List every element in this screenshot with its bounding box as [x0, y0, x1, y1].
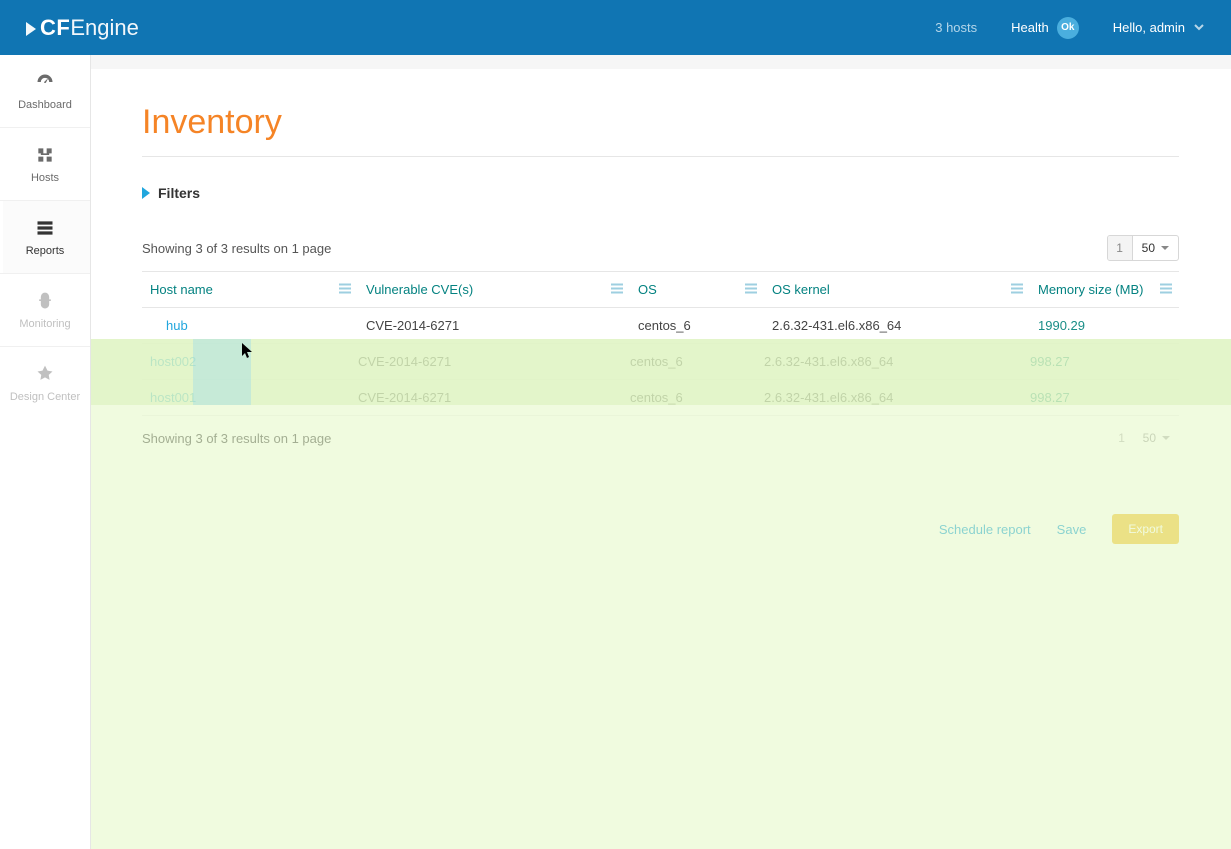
sidebar-item-label: Reports	[26, 245, 65, 257]
table-row[interactable]: host001 CVE-2014-6271 centos_6 2.6.32-43…	[142, 380, 1179, 416]
cell-os: centos_6	[630, 380, 764, 416]
hosts-count-link[interactable]: 3 hosts	[935, 20, 977, 35]
divider	[142, 156, 1179, 157]
cell-memory: 998.27	[1030, 344, 1179, 380]
column-menu-icon[interactable]	[1010, 281, 1024, 298]
health-indicator[interactable]: Health Ok	[1011, 17, 1079, 39]
user-greeting: Hello, admin	[1113, 20, 1185, 35]
results-summary-bottom: Showing 3 of 3 results on 1 page	[142, 431, 331, 446]
column-menu-icon[interactable]	[1159, 281, 1173, 298]
user-menu[interactable]: Hello, admin	[1113, 20, 1205, 35]
col-memory-size[interactable]: Memory size (MB)	[1030, 272, 1179, 308]
dashboard-icon	[34, 71, 56, 93]
page-size-select[interactable]: 50	[1134, 426, 1179, 450]
page-number[interactable]: 1	[1108, 236, 1133, 260]
page-size-select[interactable]: 50	[1133, 236, 1178, 260]
col-os[interactable]: OS	[630, 272, 764, 308]
col-label: Vulnerable CVE(s)	[366, 282, 473, 297]
col-label: OS kernel	[772, 282, 830, 297]
schedule-report-link[interactable]: Schedule report	[939, 522, 1031, 537]
cell-cve: CVE-2014-6271	[358, 344, 630, 380]
cell-memory: 1990.29	[1030, 308, 1179, 344]
chevron-right-icon	[142, 187, 150, 199]
hosts-icon	[34, 144, 56, 166]
hosts-count-label: 3 hosts	[935, 20, 977, 35]
logo-cf: CF	[40, 15, 70, 41]
pager-top: 1 50	[1107, 235, 1179, 261]
report-actions: Schedule report Save Export	[142, 514, 1179, 544]
cell-cve: CVE-2014-6271	[358, 308, 630, 344]
caret-down-icon	[1161, 246, 1169, 250]
column-menu-icon[interactable]	[338, 281, 352, 298]
filters-label: Filters	[158, 185, 200, 201]
col-vulnerable-cves[interactable]: Vulnerable CVE(s)	[358, 272, 630, 308]
content-area: Inventory Filters Showing 3 of 3 results…	[90, 55, 1231, 849]
cell-kernel: 2.6.32-431.el6.x86_64	[764, 344, 1030, 380]
cell-memory: 998.27	[1030, 380, 1179, 416]
cell-cve: CVE-2014-6271	[358, 380, 630, 416]
sidebar-item-label: Hosts	[31, 172, 59, 184]
page-number[interactable]: 1	[1110, 426, 1134, 450]
sidebar-item-monitoring[interactable]: Monitoring	[0, 274, 90, 347]
col-os-kernel[interactable]: OS kernel	[764, 272, 1030, 308]
sidebar-item-label: Dashboard	[18, 99, 72, 111]
sidebar-item-hosts[interactable]: Hosts	[0, 128, 90, 201]
cell-kernel: 2.6.32-431.el6.x86_64	[764, 380, 1030, 416]
logo-engine: Engine	[70, 15, 139, 41]
cell-host[interactable]: host001	[142, 380, 358, 416]
report-panel: Inventory Filters Showing 3 of 3 results…	[90, 69, 1231, 849]
logo[interactable]: CF Engine	[26, 15, 139, 41]
table-header-bar: Showing 3 of 3 results on 1 page 1 50	[142, 235, 1179, 261]
sidebar-item-design-center[interactable]: Design Center	[0, 347, 90, 419]
filters-toggle[interactable]: Filters	[142, 185, 1179, 201]
cell-os: centos_6	[630, 308, 764, 344]
caret-down-icon	[1162, 436, 1170, 440]
health-label: Health	[1011, 20, 1049, 35]
topbar: CF Engine 3 hosts Health Ok Hello, admin	[0, 0, 1231, 55]
export-button[interactable]: Export	[1112, 514, 1179, 544]
pager-bottom: 1 50	[1110, 426, 1179, 450]
col-label: Memory size (MB)	[1038, 282, 1143, 297]
column-menu-icon[interactable]	[744, 281, 758, 298]
inventory-table: Host name Vulnerable CVE(s) OS OS kernel	[142, 271, 1179, 416]
sidebar-item-reports[interactable]: Reports	[0, 201, 90, 274]
logo-icon	[26, 22, 36, 36]
save-link[interactable]: Save	[1057, 522, 1087, 537]
col-label: OS	[638, 282, 657, 297]
health-badge: Ok	[1057, 17, 1079, 39]
col-host-name[interactable]: Host name	[142, 272, 358, 308]
page-size-value: 50	[1142, 236, 1155, 260]
sidebar-item-dashboard[interactable]: Dashboard	[0, 55, 90, 128]
design-center-icon	[34, 363, 56, 385]
cell-os: centos_6	[630, 344, 764, 380]
sidebar-item-label: Design Center	[10, 391, 80, 403]
results-summary-top: Showing 3 of 3 results on 1 page	[142, 241, 331, 256]
page-title: Inventory	[142, 103, 1179, 142]
page-size-value: 50	[1143, 426, 1156, 450]
table-row[interactable]: host002 CVE-2014-6271 centos_6 2.6.32-43…	[142, 344, 1179, 380]
table-row[interactable]: hub CVE-2014-6271 centos_6 2.6.32-431.el…	[142, 308, 1179, 344]
cell-host[interactable]: host002	[142, 344, 358, 380]
monitoring-icon	[34, 290, 56, 312]
table-footer-bar: Showing 3 of 3 results on 1 page 1 50	[142, 426, 1179, 450]
sidebar-item-label: Monitoring	[19, 318, 70, 330]
cell-host[interactable]: hub	[142, 308, 358, 344]
col-label: Host name	[150, 282, 213, 297]
sidebar: Dashboard Hosts Reports Monitoring Desig…	[0, 55, 91, 849]
reports-icon	[34, 217, 56, 239]
cell-kernel: 2.6.32-431.el6.x86_64	[764, 308, 1030, 344]
column-menu-icon[interactable]	[610, 281, 624, 298]
chevron-down-icon	[1193, 21, 1205, 33]
